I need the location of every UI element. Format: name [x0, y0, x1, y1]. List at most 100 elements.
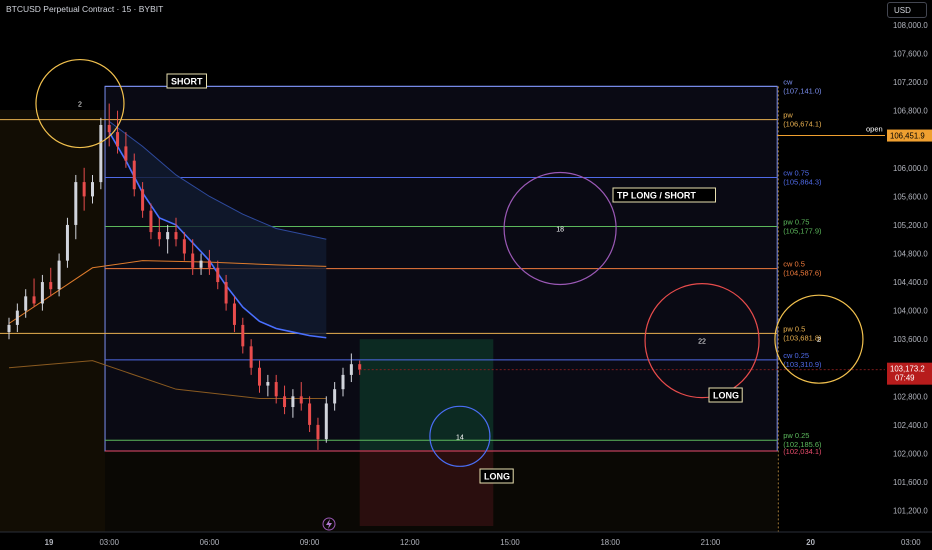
candle-body — [316, 424, 320, 440]
candle-body — [182, 239, 186, 254]
open-label: open — [866, 125, 883, 134]
candle-body — [149, 210, 153, 233]
y-tick-label: 106,000.0 — [893, 164, 928, 173]
candle-body — [216, 267, 220, 283]
circle-label: 18 — [556, 227, 564, 234]
candle-body — [249, 346, 253, 368]
candle-body — [232, 303, 236, 325]
y-tick-label: 101,200.0 — [893, 507, 928, 516]
x-tick-label: 09:00 — [300, 538, 320, 547]
x-tick-label: 20 — [806, 538, 815, 547]
y-tick-label: 104,800.0 — [893, 250, 928, 259]
fib-value-label: (105,177.9) — [783, 227, 822, 236]
candle-body — [132, 160, 136, 190]
x-tick-label: 03:00 — [901, 538, 921, 547]
candle-body — [199, 260, 203, 268]
candle-body — [65, 224, 69, 261]
y-tick-label: 101,600.0 — [893, 478, 928, 487]
circle-label: 22 — [698, 339, 706, 346]
candle-body — [74, 182, 78, 225]
long-stop-zone — [359, 450, 494, 526]
candle-body — [7, 324, 11, 333]
annotation-label: LONG — [484, 472, 510, 482]
candle-body — [99, 124, 103, 183]
candle-body — [157, 232, 161, 240]
y-tick-label: 107,200.0 — [893, 78, 928, 87]
candle-body — [224, 282, 228, 304]
fib-label: pw 0.25 — [783, 431, 809, 440]
circle-label: 14 — [456, 434, 464, 441]
annotation-label: SHORT — [171, 77, 203, 87]
candle-body — [24, 296, 28, 311]
fib-label: pw 0.75 — [783, 218, 809, 227]
candle-body — [40, 282, 44, 304]
candle-body — [107, 124, 111, 133]
current-price-value: 103,173.2 — [890, 365, 925, 374]
candle-body — [266, 382, 270, 386]
candle-body — [141, 189, 145, 211]
candle-body — [283, 396, 287, 408]
x-tick-label: 18:00 — [600, 538, 620, 547]
x-tick-label: 15:00 — [500, 538, 520, 547]
candle-body — [116, 132, 120, 147]
candle-body — [324, 403, 328, 440]
candle-body — [91, 182, 94, 197]
y-tick-label: 102,000.0 — [893, 449, 928, 458]
left-shade — [0, 110, 106, 532]
y-tick-label: 105,600.0 — [893, 192, 928, 201]
y-tick-label: 104,000.0 — [893, 307, 928, 316]
fib-value-label: (106,674.1) — [783, 120, 822, 129]
long-profit-zone — [359, 339, 494, 451]
candle-body — [241, 324, 245, 347]
candle-body — [349, 364, 353, 375]
candle-body — [49, 282, 53, 290]
y-tick-label: 103,600.0 — [893, 335, 928, 344]
fib-value-label: (102,034.1) — [783, 447, 822, 456]
y-tick-label: 102,800.0 — [893, 392, 928, 401]
candle-body — [207, 260, 211, 268]
fib-value-label: (103,310.9) — [783, 360, 822, 369]
fib-label: cw — [783, 77, 793, 86]
fib-value-label: (104,587.6) — [783, 269, 822, 278]
candle-body — [258, 367, 261, 386]
fib-value-label: (105,864.3) — [783, 178, 822, 187]
annotation-label: LONG — [713, 391, 739, 401]
candle-body — [299, 396, 303, 404]
fib-label: cw 0.75 — [783, 169, 809, 178]
candle-body — [358, 364, 362, 370]
x-tick-label: 21:00 — [701, 538, 721, 547]
fib-label: pw — [783, 111, 793, 120]
y-tick-label: 102,400.0 — [893, 421, 928, 430]
candle-body — [274, 382, 278, 397]
y-tick-label: 106,800.0 — [893, 107, 928, 116]
candle-body — [124, 146, 128, 161]
open-price-value: 106,451.9 — [890, 132, 925, 141]
y-tick-label: 107,600.0 — [893, 50, 928, 59]
candle-body — [15, 310, 19, 325]
x-tick-label: 03:00 — [99, 538, 119, 547]
x-tick-label: 19 — [45, 538, 54, 547]
circle-label: 2 — [78, 102, 82, 109]
candle-body — [308, 403, 312, 425]
candle-body — [82, 182, 86, 197]
candle-body — [174, 232, 178, 240]
candle-body — [291, 396, 295, 408]
candle-body — [57, 260, 61, 290]
bar-countdown: 07:49 — [895, 374, 915, 383]
y-tick-label: 104,400.0 — [893, 278, 928, 287]
candle-body — [166, 232, 170, 240]
fib-label: pw 0.5 — [783, 324, 805, 333]
fib-label: cw 0.25 — [783, 351, 809, 360]
price-chart[interactable]: cw(107,141.0) pw(106,674.1) cw 0.75(105,86… — [0, 0, 932, 550]
candle-body — [341, 374, 345, 390]
y-tick-label: 105,200.0 — [893, 221, 928, 230]
x-tick-label: 12:00 — [400, 538, 420, 547]
candle-body — [191, 253, 195, 268]
fib-label: cw 0.5 — [783, 260, 805, 269]
circle-label: 2 — [817, 337, 821, 344]
y-tick-label: 108,000.0 — [893, 21, 928, 30]
x-tick-label: 06:00 — [200, 538, 220, 547]
fib-value-label: (107,141.0) — [783, 86, 822, 95]
annotation-label: TP LONG / SHORT — [617, 191, 696, 201]
candle-body — [32, 296, 36, 304]
